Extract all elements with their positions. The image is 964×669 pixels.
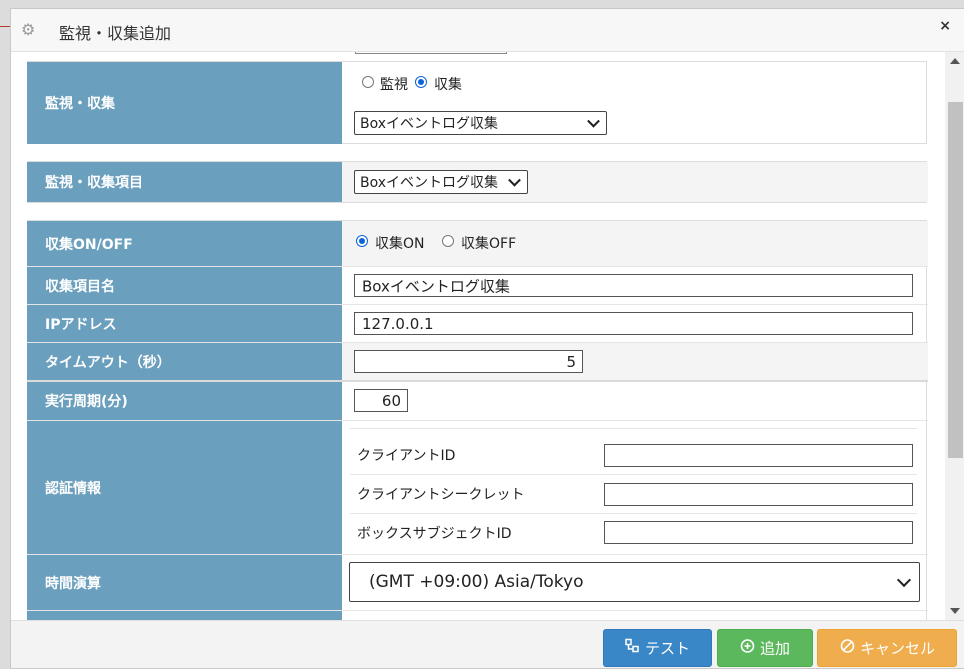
next-row-label	[27, 611, 342, 620]
tz-label: 時間演算	[27, 555, 342, 610]
timezone-select[interactable]: (GMT +09:00) Asia/Tokyo	[349, 562, 920, 602]
radio-collect-off-label: 収集OFF	[461, 236, 517, 252]
onoff-value-cell	[342, 221, 928, 266]
backdrop-accent	[0, 26, 10, 27]
cancel-button-label: キャンセル	[860, 639, 936, 658]
onoff-label: 収集ON/OFF	[27, 221, 342, 266]
add-monitor-dialog: ⚙ 監視・収集追加 × 監視・収集 監視 収集 Boxイベントログ収集 監視・収…	[10, 8, 964, 669]
box-subject-id-input[interactable]	[604, 521, 913, 544]
add-button[interactable]: 追加	[717, 629, 813, 667]
partial-field	[355, 52, 507, 54]
radio-collect-on[interactable]	[356, 235, 368, 247]
chevron-down-icon	[508, 173, 521, 187]
period-label: 実行周期(分)	[27, 382, 342, 420]
dialog-content: 監視・収集 監視 収集 Boxイベントログ収集 監視・収集項目 Boxイベントロ…	[11, 52, 944, 620]
timeout-label: タイムアウト（秒）	[27, 343, 342, 380]
item-select-value: Boxイベントログ収集	[360, 175, 499, 191]
scroll-thumb[interactable]	[948, 102, 963, 458]
ban-icon	[840, 639, 855, 658]
period-value: 60	[381, 391, 401, 410]
radio-collect-off[interactable]	[442, 235, 454, 247]
add-button-label: 追加	[760, 639, 791, 658]
mode-select-value: Boxイベントログ収集	[360, 116, 499, 132]
timeout-value: 5	[566, 352, 576, 371]
period-input[interactable]: 60	[354, 389, 408, 412]
mode-label: 監視・収集	[27, 62, 342, 144]
auth-label: 認証情報	[27, 421, 342, 554]
chevron-down-icon	[587, 114, 600, 128]
client-secret-input[interactable]	[604, 483, 913, 506]
chevron-down-icon	[896, 572, 912, 588]
scroll-up-arrow[interactable]	[950, 58, 960, 64]
ip-address-input[interactable]: 127.0.0.1	[354, 312, 913, 335]
test-button-label: テスト	[645, 639, 691, 658]
client-id-label: クライアントID	[357, 448, 456, 464]
scrollbar[interactable]	[945, 52, 964, 620]
plus-circle-icon	[740, 639, 755, 658]
timezone-select-value: (GMT +09:00) Asia/Tokyo	[369, 572, 584, 592]
item-label: 監視・収集項目	[27, 162, 342, 202]
box-subject-id-label: ボックスサブジェクトID	[357, 526, 512, 542]
radio-collect-label: 収集	[434, 77, 462, 93]
cancel-button[interactable]: キャンセル	[817, 629, 957, 667]
ip-label: IPアドレス	[27, 305, 342, 342]
radio-collect[interactable]	[415, 76, 427, 88]
close-icon[interactable]: ×	[939, 18, 951, 34]
name-label: 収集項目名	[27, 267, 342, 304]
sub-divider	[350, 513, 917, 514]
dialog-title: 監視・収集追加	[59, 24, 172, 43]
test-button[interactable]: テスト	[603, 629, 712, 667]
sub-divider	[350, 474, 917, 475]
radio-monitor-label: 監視	[380, 77, 408, 93]
gear-icon: ⚙	[21, 20, 36, 39]
dialog-footer: テスト 追加 キャンセル	[11, 620, 964, 668]
item-select[interactable]: Boxイベントログ収集	[354, 170, 528, 194]
client-id-input[interactable]	[604, 444, 913, 467]
collect-name-value: Boxイベントログ収集	[362, 277, 510, 295]
client-secret-label: クライアントシークレット	[357, 487, 525, 503]
mode-select[interactable]: Boxイベントログ収集	[354, 111, 607, 135]
sub-divider	[350, 428, 917, 429]
ip-address-value: 127.0.0.1	[362, 314, 434, 333]
timeout-input[interactable]: 5	[354, 350, 583, 373]
dialog-titlebar: ⚙ 監視・収集追加 ×	[11, 9, 964, 52]
radio-collect-on-label: 収集ON	[375, 236, 425, 252]
radio-monitor[interactable]	[362, 76, 374, 88]
collect-name-input[interactable]: Boxイベントログ収集	[354, 274, 913, 297]
network-icon	[625, 638, 640, 658]
scroll-down-arrow[interactable]	[950, 608, 960, 614]
